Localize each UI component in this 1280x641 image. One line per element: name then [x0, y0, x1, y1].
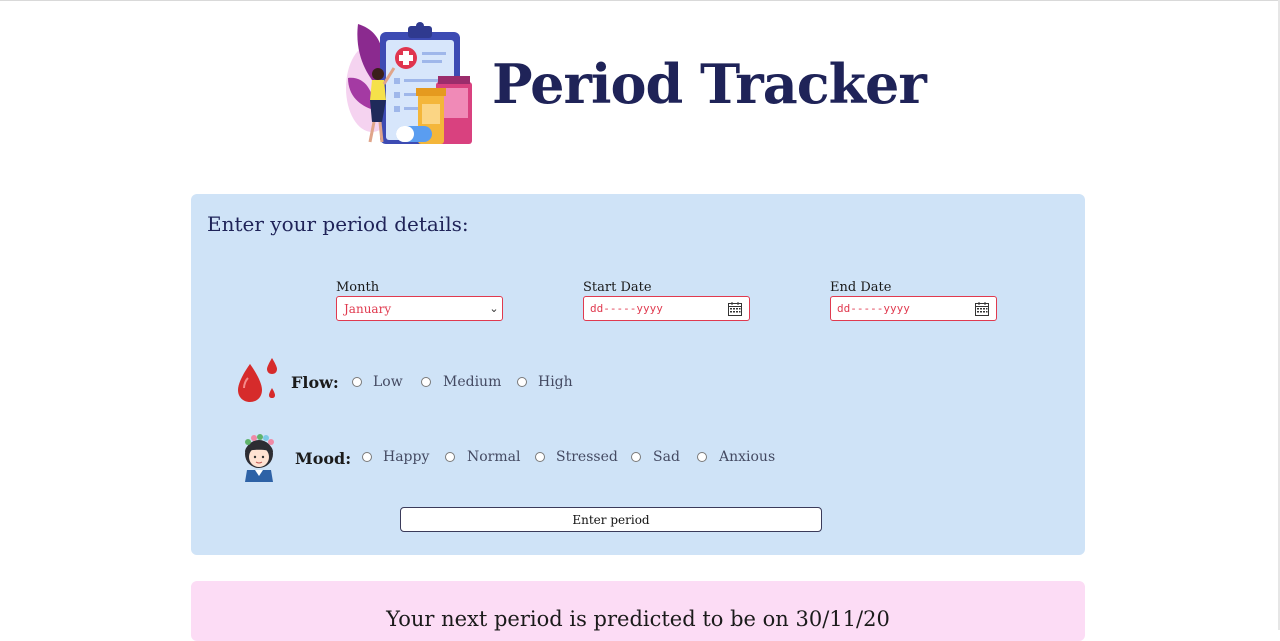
page-top-border: [0, 0, 1280, 1]
flow-low-radio[interactable]: [352, 377, 362, 387]
mood-stressed-label: Stressed: [556, 449, 618, 465]
prediction-panel: Your next period is predicted to be on 3…: [191, 581, 1085, 641]
mood-happy-label: Happy: [383, 449, 430, 465]
end-date-input[interactable]: dd-----yyyy: [830, 296, 997, 321]
flow-label: Flow:: [291, 373, 339, 392]
end-date-placeholder: dd-----yyyy: [837, 302, 910, 315]
mood-anxious-label: Anxious: [719, 449, 776, 465]
calendar-icon[interactable]: [974, 301, 990, 317]
month-select-value: January: [344, 301, 392, 316]
flow-medium-radio[interactable]: [421, 377, 431, 387]
period-details-form: Enter your period details: Month January…: [191, 194, 1085, 555]
flow-low-label: Low: [373, 374, 403, 390]
form-heading: Enter your period details:: [207, 212, 469, 236]
mood-label: Mood:: [295, 449, 352, 468]
clipboard-doctor-illustration: [346, 22, 472, 144]
page-title: Period Tracker: [492, 52, 927, 116]
calendar-icon[interactable]: [727, 301, 743, 317]
mood-sad-radio[interactable]: [631, 452, 641, 462]
start-date-label: Start Date: [583, 280, 652, 295]
mood-happy-radio[interactable]: [362, 452, 372, 462]
blood-drops-icon: [238, 358, 277, 402]
month-select[interactable]: January ⌄: [336, 296, 503, 321]
start-date-placeholder: dd-----yyyy: [590, 302, 663, 315]
girl-flower-crown-icon: [245, 434, 274, 482]
flow-high-label: High: [538, 374, 573, 390]
mood-normal-radio[interactable]: [445, 452, 455, 462]
mood-normal-label: Normal: [467, 449, 521, 465]
flow-medium-label: Medium: [443, 374, 502, 390]
flow-high-radio[interactable]: [517, 377, 527, 387]
prediction-text: Your next period is predicted to be on 3…: [386, 607, 890, 631]
mood-sad-label: Sad: [653, 449, 680, 465]
month-label: Month: [336, 280, 380, 295]
start-date-input[interactable]: dd-----yyyy: [583, 296, 750, 321]
end-date-label: End Date: [830, 280, 892, 295]
enter-period-button[interactable]: Enter period: [400, 507, 822, 532]
mood-anxious-radio[interactable]: [697, 452, 707, 462]
mood-stressed-radio[interactable]: [535, 452, 545, 462]
chevron-down-icon: ⌄: [489, 302, 499, 315]
